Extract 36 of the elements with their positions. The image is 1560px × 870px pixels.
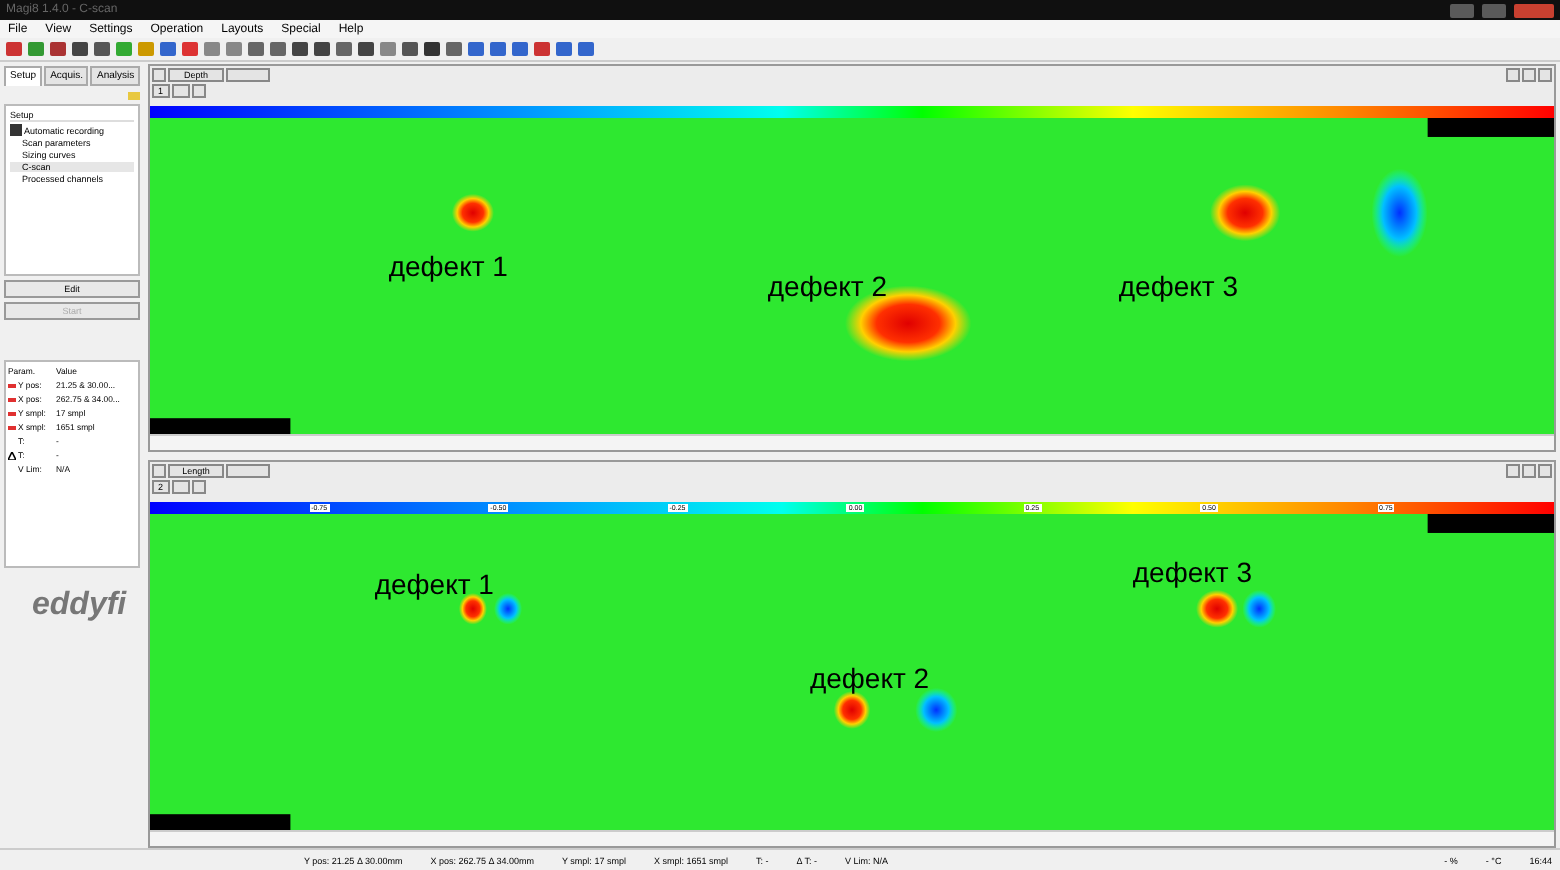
signal-spot [451,193,494,232]
palette-button[interactable] [1522,68,1536,82]
cursor-button[interactable] [1538,464,1552,478]
option-button[interactable] [226,68,270,82]
option-button[interactable] [226,464,270,478]
mask-bar [150,814,291,830]
view-button[interactable] [152,68,166,82]
signal-spot [1210,184,1281,242]
scrollbar[interactable] [150,830,1554,846]
signal-spot [1242,589,1276,628]
mask-bar [150,418,291,434]
mask-bar [1427,118,1554,137]
maximize-button[interactable] [1482,3,1506,17]
defect-label: дефект 2 [809,662,930,695]
logo: eddyfi [30,588,129,624]
defect-label: дефект 3 [1132,555,1253,588]
close-button[interactable] [1514,3,1554,17]
tool-button[interactable] [1506,464,1520,478]
view-button[interactable] [152,464,166,478]
signal-spot [1196,589,1239,628]
palette-button[interactable] [1522,464,1536,478]
folder-icon[interactable] [128,90,140,100]
signal-spot [494,593,523,625]
cursor-button[interactable] [1538,68,1552,82]
defect-label: дефект 2 [767,269,888,302]
tool-button[interactable] [1506,68,1520,82]
defect-label: дефект 1 [374,567,494,600]
signal-spot [1371,168,1428,258]
checkbox[interactable] [10,124,22,136]
signal-spot [833,690,871,729]
mask-bar [1427,514,1554,533]
scrollbar[interactable] [150,434,1554,450]
signal-spot [915,687,958,733]
minimize-button[interactable] [1450,3,1474,17]
defect-label: дефект 1 [388,250,508,283]
defect-label: дефект 3 [1118,269,1239,302]
